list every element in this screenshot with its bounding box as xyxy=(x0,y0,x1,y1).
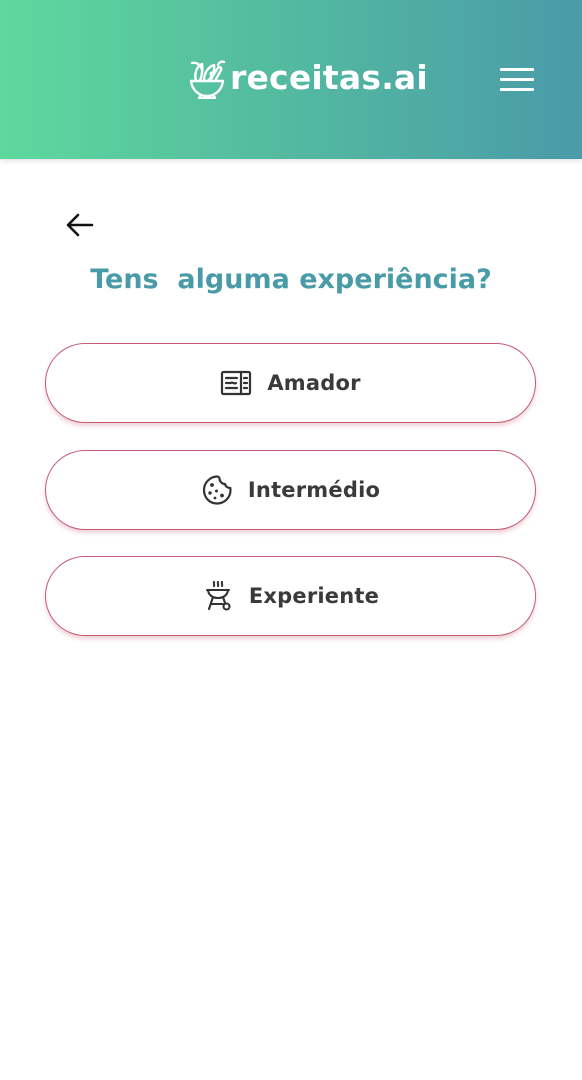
grill-icon xyxy=(202,580,234,612)
microwave-icon xyxy=(220,367,252,399)
cookie-icon xyxy=(201,474,233,506)
page-title: Tens alguma experiência? xyxy=(90,264,492,295)
option-amador-button[interactable]: Amador xyxy=(45,343,536,423)
hamburger-menu-icon-bar xyxy=(500,78,534,81)
app-header: receitas.ai xyxy=(0,0,582,159)
salad-bowl-icon xyxy=(189,60,226,99)
hamburger-menu-icon xyxy=(500,68,534,71)
option-label: Experiente xyxy=(248,584,380,608)
hamburger-menu-icon-bar xyxy=(500,88,534,91)
option-label: Amador xyxy=(267,371,361,395)
option-label: Intermédio xyxy=(247,478,381,502)
option-experiente-button[interactable]: Experiente xyxy=(45,556,536,636)
back-button[interactable] xyxy=(62,206,98,242)
option-intermedio-button[interactable]: Intermédio xyxy=(45,450,536,530)
arrow-left-icon xyxy=(66,213,94,237)
logo-text: receitas.ai xyxy=(230,58,428,97)
menu-button[interactable] xyxy=(497,64,537,94)
app-logo[interactable]: receitas.ai xyxy=(188,56,428,100)
